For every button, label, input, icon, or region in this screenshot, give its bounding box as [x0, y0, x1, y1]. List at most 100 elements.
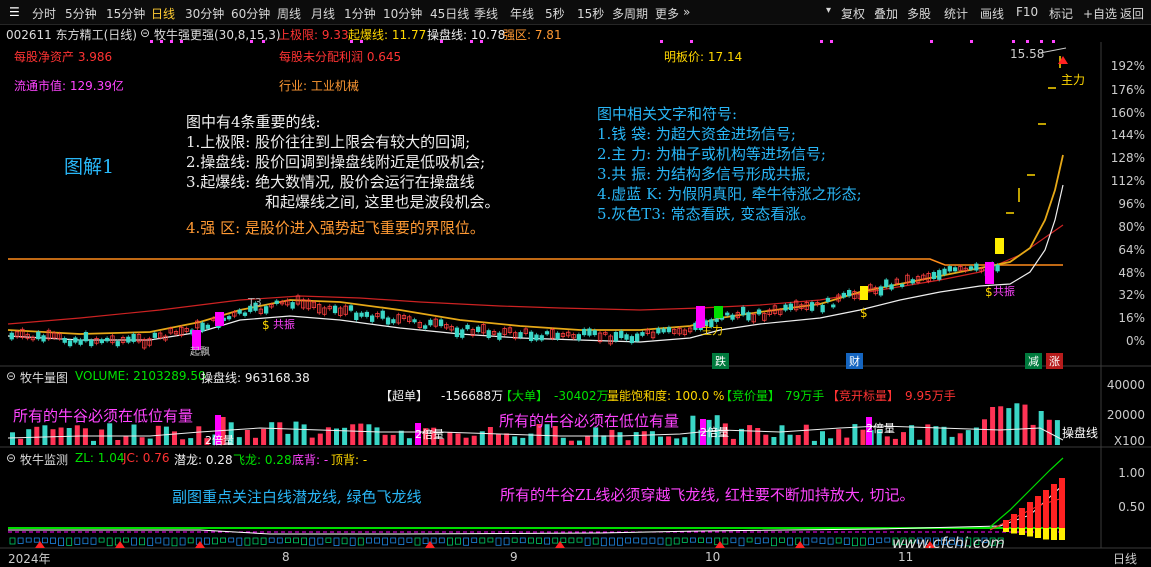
big-order-value: -30402万	[554, 389, 609, 403]
money-bag-icon: $	[985, 285, 993, 299]
double-volume-label: 2倍量	[700, 426, 729, 439]
qibao-label: 起飘	[190, 347, 210, 358]
kline-chart[interactable]	[0, 0, 1151, 566]
volume-bar	[739, 428, 744, 445]
volume-bar	[10, 432, 15, 445]
volume-bar	[633, 432, 639, 445]
zl-red-bar	[1003, 520, 1009, 528]
monitor-bar	[406, 537, 413, 543]
volume-bar	[658, 436, 663, 445]
volume-bar	[261, 428, 267, 445]
volume-bar	[998, 406, 1004, 445]
monitor-bar	[139, 537, 146, 546]
buy-signal-icon	[425, 541, 435, 548]
monitor-bar	[722, 537, 729, 545]
cai-tag: 财	[846, 353, 863, 369]
volume-bar	[690, 415, 696, 445]
monitor-bar	[446, 537, 453, 546]
rising-ticks	[1006, 56, 1061, 214]
volume-bar	[585, 435, 591, 445]
volume-bar	[568, 440, 574, 445]
volume-bar	[398, 430, 404, 445]
monitor-bar	[455, 537, 461, 545]
monitor-bar	[155, 537, 162, 544]
gongzhen-label: 共振	[273, 318, 295, 331]
volume-bar	[382, 434, 388, 445]
collapse-icon[interactable]: ⊝	[6, 451, 16, 465]
monitor-bar	[301, 537, 308, 546]
volume-bar	[917, 439, 923, 445]
volume-bar	[317, 433, 323, 445]
open-volume-value: 9.95万手	[905, 389, 956, 403]
monitor-bar	[787, 537, 793, 546]
monitor-bar	[544, 537, 550, 545]
monitor-bar	[382, 537, 389, 546]
volume-bar	[512, 436, 518, 445]
volume-bar	[350, 424, 356, 445]
monitor-bar	[698, 537, 704, 543]
volume-trading-line-value: 操盘线: 963168.38	[201, 371, 310, 385]
volume-bar	[973, 427, 979, 445]
zl-red-bar	[1027, 502, 1033, 528]
money-bag-icon: $	[262, 318, 270, 332]
monitor-bar	[131, 537, 137, 546]
volume-bar	[828, 438, 834, 445]
volume-bar	[163, 426, 169, 445]
volume-bar	[147, 438, 153, 445]
volume-bar	[844, 437, 850, 445]
monitor-bar	[147, 537, 154, 546]
monitor-bar	[25, 537, 32, 543]
volume-bar	[139, 437, 145, 445]
volume-bar	[447, 431, 453, 445]
double-volume-label: 2倍量	[205, 434, 234, 447]
monitor-bar	[374, 537, 380, 544]
monitor-bar	[187, 537, 194, 544]
monitor-bar	[673, 537, 680, 545]
zl-yellow-bar	[1011, 528, 1017, 534]
super-order-value: -156688万	[441, 389, 504, 403]
monitor-bar	[66, 537, 73, 546]
monitor-bar	[843, 537, 850, 545]
monitor-bar	[398, 537, 405, 545]
monitor-bar	[681, 537, 688, 543]
monitor-bar	[754, 537, 761, 544]
monitor-bar	[592, 537, 599, 545]
watermark: www.cfchi.com	[892, 534, 1005, 552]
monitor-bar	[738, 537, 745, 547]
volume-bar	[188, 438, 194, 445]
volume-bar	[34, 426, 40, 445]
monitor-panel-header: ⊝ 牧牛监测 ZL: 1.04 JC: 0.76 潜龙: 0.28 飞龙: 0.…	[0, 450, 1100, 468]
volume-bar	[18, 438, 24, 445]
volume-bar	[625, 440, 631, 445]
monitor-bar	[746, 537, 753, 543]
date-label: 9	[510, 550, 518, 564]
monitor-bar	[803, 537, 810, 546]
monitor-bar	[690, 537, 696, 543]
collapse-icon[interactable]: ⊝	[6, 369, 16, 383]
volume-bar	[949, 436, 955, 445]
high-pointer	[1039, 47, 1067, 54]
monitor-bar	[74, 537, 81, 545]
monitor-bar	[276, 537, 283, 544]
volume-bar	[374, 427, 380, 445]
volume-bar	[811, 440, 817, 445]
monitor-bar	[503, 537, 510, 546]
zl-yellow-bar	[1043, 528, 1049, 540]
volume-bar	[82, 428, 88, 445]
monitor-panel-name[interactable]: 牧牛监测	[20, 451, 68, 468]
zhang-tag: 涨	[1046, 353, 1063, 369]
signal-candle	[985, 262, 994, 284]
monitor-bar	[827, 537, 834, 545]
volume-bar	[99, 429, 105, 445]
buy-signal-icon	[555, 541, 565, 548]
signal-candle	[714, 306, 723, 318]
volume-bar	[406, 438, 412, 445]
volume-panel-name[interactable]: 牧牛量图	[20, 369, 68, 386]
monitor-bar	[819, 537, 826, 544]
volume-bar	[496, 433, 501, 445]
volume-bar	[244, 430, 250, 445]
date-label: 11	[898, 550, 914, 564]
monitor-bar	[365, 537, 372, 544]
monitor-bar	[268, 537, 275, 543]
volume-bar	[982, 419, 987, 445]
